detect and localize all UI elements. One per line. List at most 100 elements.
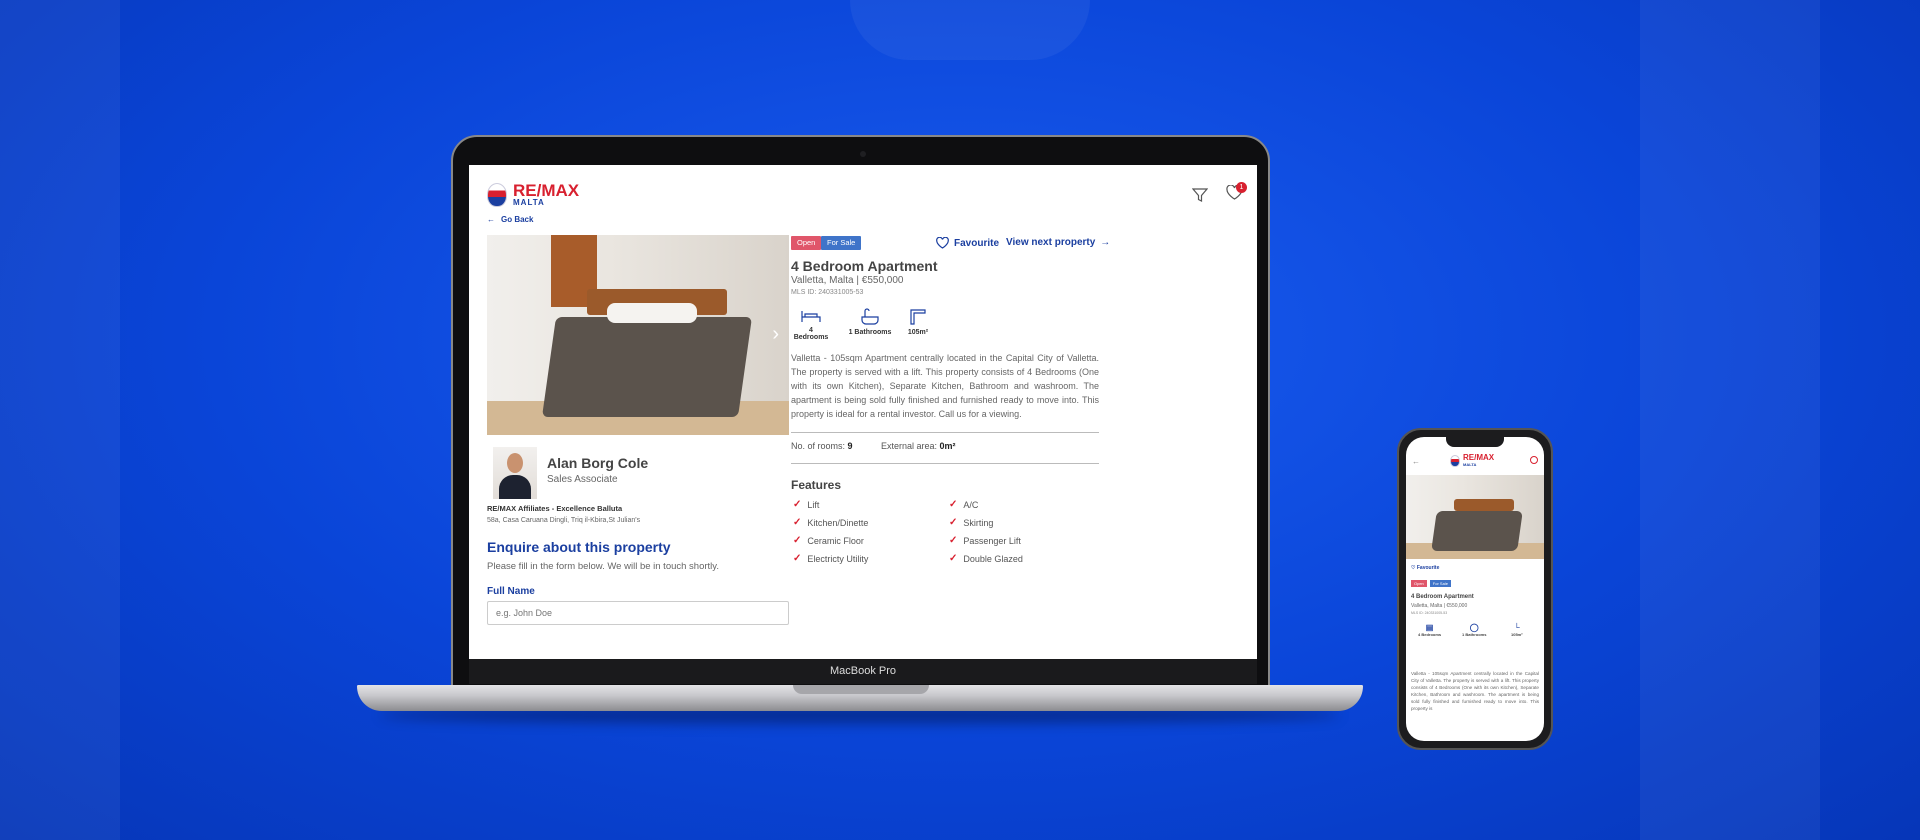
spec-label: 105m² bbox=[907, 329, 929, 336]
property-location-price: Valletta, Malta | €550,000 bbox=[791, 275, 904, 286]
heart-icon bbox=[936, 237, 949, 249]
spec-area: 105m² bbox=[903, 308, 933, 336]
feature-label: Electricty Utility bbox=[807, 553, 869, 564]
property-photo-carousel[interactable]: › bbox=[487, 235, 789, 435]
feature-label: Kitchen/Dinette bbox=[807, 517, 869, 528]
bed-icon bbox=[801, 311, 821, 322]
spec-label: 4 Bedrooms bbox=[793, 327, 829, 341]
check-icon: ✓ bbox=[793, 499, 802, 510]
wishlist-button[interactable]: 1 bbox=[1226, 182, 1247, 205]
check-icon: ✓ bbox=[949, 535, 958, 546]
feature-item: ✓ Ceramic Floor bbox=[793, 535, 864, 546]
back-arrow-icon[interactable]: ← bbox=[1412, 457, 1420, 466]
agent-name[interactable]: Alan Borg Cole bbox=[547, 455, 648, 471]
spec-bedrooms: 4 Bedrooms bbox=[791, 308, 831, 341]
check-icon: ✓ bbox=[793, 553, 802, 564]
mobile-property-photo[interactable] bbox=[1406, 475, 1544, 559]
next-property-label: View next property bbox=[1006, 237, 1096, 248]
photo-headboard bbox=[1454, 499, 1514, 511]
feature-item: ✓ Lift bbox=[793, 499, 819, 510]
heart-icon[interactable] bbox=[1530, 456, 1538, 464]
status-badge-for-sale: For Sale bbox=[821, 236, 862, 250]
laptop-lid: RE/MAX MALTA 1 ← Go Back › Alan Borg Col… bbox=[451, 135, 1270, 688]
mobile-tags: Open For Sale bbox=[1411, 580, 1451, 587]
remax-logo: RE/MAX MALTA bbox=[1450, 454, 1494, 467]
spec-label: 1 Bathrooms bbox=[1462, 632, 1487, 637]
mobile-spec-bathrooms: ◯ 1 Bathrooms bbox=[1462, 623, 1486, 637]
mobile-favourite[interactable]: ♡ Favourite bbox=[1411, 565, 1439, 571]
feature-label: Passenger Lift bbox=[963, 535, 1021, 546]
mobile-description: Valletta - 105sqm Apartment centrally lo… bbox=[1411, 671, 1539, 711]
logo-text: RE/MAX bbox=[513, 182, 579, 199]
agent-role: Sales Associate bbox=[547, 474, 618, 485]
wishlist-count-badge: 1 bbox=[1236, 182, 1247, 193]
feature-label: Double Glazed bbox=[963, 553, 1023, 564]
heart-icon: ♡ bbox=[1411, 565, 1416, 571]
phone-screen: ← RE/MAX MALTA ♡ Favourite Open For Sale… bbox=[1406, 437, 1544, 741]
full-name-input[interactable] bbox=[487, 601, 789, 625]
feature-label: Lift bbox=[807, 499, 820, 510]
arrow-left-icon: ← bbox=[487, 215, 495, 224]
mls-id: MLS ID: 240331005-53 bbox=[791, 289, 864, 296]
background-window-shape bbox=[1640, 0, 1820, 840]
agent-address: 58a, Casa Caruana Dingli, Triq il-Kbira,… bbox=[487, 517, 641, 524]
spec-label: 4 Bedrooms bbox=[1418, 632, 1442, 637]
filter-icon[interactable] bbox=[1192, 187, 1208, 203]
check-icon: ✓ bbox=[949, 499, 958, 510]
check-icon: ✓ bbox=[793, 535, 802, 546]
logo-word: RE/MAX bbox=[1463, 453, 1495, 462]
rooms-count: No. of rooms: 9 bbox=[791, 441, 853, 451]
area-icon bbox=[910, 309, 926, 325]
bath-icon bbox=[861, 308, 879, 325]
enquiry-subtitle: Please fill in the form below. We will b… bbox=[487, 561, 719, 572]
full-name-label: Full Name bbox=[487, 586, 535, 597]
divider bbox=[791, 432, 1099, 433]
agent-avatar bbox=[493, 447, 537, 499]
spec-label: 105m² bbox=[1511, 632, 1523, 637]
mobile-spec-bedrooms: ▤ 4 Bedrooms bbox=[1418, 623, 1441, 637]
rooms-label: No. of rooms: bbox=[791, 441, 846, 451]
status-badge-open: Open bbox=[1411, 580, 1427, 587]
feature-label: A/C bbox=[963, 499, 979, 510]
area-value: 0m² bbox=[939, 441, 956, 451]
feature-label: Ceramic Floor bbox=[807, 535, 864, 546]
rooms-value: 9 bbox=[847, 441, 853, 451]
external-area: External area: 0m² bbox=[881, 441, 956, 451]
agent-office: RE/MAX Affiliates - Excellence Balluta bbox=[487, 504, 623, 513]
favourite-label: Favourite bbox=[954, 237, 1000, 249]
laptop-notch bbox=[793, 685, 929, 694]
background-chandelier bbox=[850, 0, 1090, 60]
photo-bed bbox=[1431, 511, 1523, 551]
go-back-link[interactable]: ← Go Back bbox=[487, 215, 533, 224]
property-description: Valletta - 105sqm Apartment centrally lo… bbox=[791, 353, 1099, 419]
feature-item: ✓ Skirting bbox=[949, 517, 993, 528]
mobile-mls: MLS ID: 240331005-53 bbox=[1411, 611, 1448, 615]
phone-frame: ← RE/MAX MALTA ♡ Favourite Open For Sale… bbox=[1397, 428, 1553, 750]
mobile-location: Valletta, Malta | €550,000 bbox=[1411, 603, 1468, 609]
photo-bed bbox=[541, 317, 753, 417]
header-actions: 1 bbox=[1192, 182, 1247, 205]
spec-bathrooms: 1 Bathrooms bbox=[845, 308, 895, 336]
phone-notch bbox=[1446, 437, 1504, 447]
check-icon: ✓ bbox=[949, 553, 958, 564]
feature-item: ✓ Electricty Utility bbox=[793, 553, 868, 564]
area-label: External area: bbox=[881, 441, 938, 451]
remax-logo[interactable]: RE/MAX MALTA bbox=[487, 182, 579, 207]
view-next-property-link[interactable]: View next property → bbox=[1006, 237, 1110, 248]
mobile-title: 4 Bedroom Apartment bbox=[1411, 594, 1474, 600]
arrow-right-icon: → bbox=[1100, 237, 1111, 248]
camera bbox=[860, 151, 866, 157]
feature-label: Skirting bbox=[963, 517, 994, 528]
logo-sub: MALTA bbox=[1463, 462, 1477, 467]
agent-head bbox=[507, 453, 523, 473]
favourite-button[interactable]: Favourite bbox=[936, 237, 999, 249]
laptop-base bbox=[357, 685, 1363, 711]
go-back-label: Go Back bbox=[501, 215, 534, 224]
feature-item: ✓ Double Glazed bbox=[949, 553, 1023, 564]
favourite-label: Favourite bbox=[1416, 565, 1440, 571]
property-title: 4 Bedroom Apartment bbox=[791, 258, 938, 274]
chevron-right-icon[interactable]: › bbox=[772, 323, 779, 346]
status-badge-for-sale: For Sale bbox=[1429, 580, 1451, 587]
bath-icon: ◯ bbox=[1469, 623, 1479, 632]
spec-label: 1 Bathrooms bbox=[848, 329, 892, 336]
